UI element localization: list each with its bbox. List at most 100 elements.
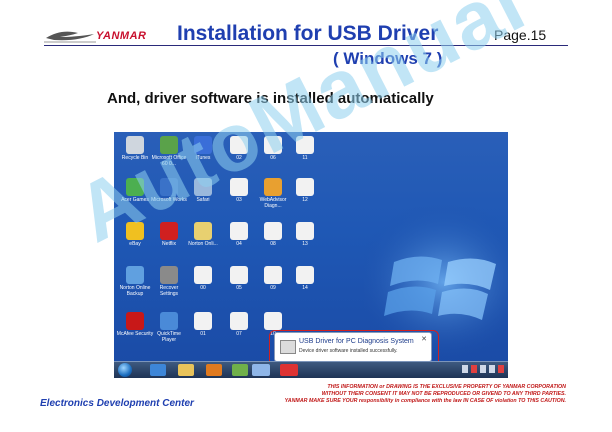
copyright-disclaimer: THIS INFORMATION or DRAWING IS THE EXCLU… bbox=[236, 384, 566, 406]
desktop-icon-label: Norton Onli... bbox=[188, 241, 218, 247]
tray-icon[interactable] bbox=[480, 365, 486, 373]
start-button[interactable] bbox=[118, 363, 132, 377]
desktop-icon-glyph bbox=[296, 266, 314, 284]
desktop-icon-glyph bbox=[160, 312, 178, 330]
footer-department: Electronics Development Center bbox=[40, 398, 194, 409]
desktop-icon[interactable]: 01 bbox=[184, 312, 222, 352]
desktop-icon-glyph bbox=[194, 178, 212, 196]
desktop-icon-glyph bbox=[230, 178, 248, 196]
desktop-icon[interactable]: Microsoft Works bbox=[150, 178, 188, 218]
desktop-icon[interactable]: McAfee Security bbox=[116, 312, 154, 352]
notification-detail: Device driver software installed success… bbox=[299, 348, 398, 354]
desktop-icon-label: 01 bbox=[200, 331, 206, 337]
desktop-icon[interactable]: 11 bbox=[286, 136, 324, 176]
desktop-icon-label: McAfee Security bbox=[116, 331, 154, 337]
driver-installed-notification[interactable]: USB Driver for PC Diagnosis System Devic… bbox=[274, 332, 432, 362]
desktop-icon[interactable]: 03 bbox=[220, 178, 258, 218]
desktop-icon-label: 03 bbox=[236, 197, 242, 203]
desktop-icon-label: 07 bbox=[236, 331, 242, 337]
desktop-icon[interactable]: Netflix bbox=[150, 222, 188, 262]
lead-text: And, driver software is installed automa… bbox=[107, 90, 434, 107]
desktop-icon-label: 13 bbox=[302, 241, 308, 247]
desktop-icon[interactable]: 07 bbox=[220, 312, 258, 352]
desktop-icon-glyph bbox=[194, 312, 212, 330]
desktop-icon[interactable]: Recycle Bin bbox=[116, 136, 154, 176]
desktop-icon[interactable]: Microsoft Office 60 0... bbox=[150, 136, 188, 176]
desktop-icon[interactable]: 05 bbox=[220, 266, 258, 306]
desktop-icon-glyph bbox=[160, 266, 178, 284]
desktop-icon-glyph bbox=[264, 222, 282, 240]
desktop-icon-glyph bbox=[264, 312, 282, 330]
desktop-icon-glyph bbox=[230, 136, 248, 154]
desktop-icon-glyph bbox=[230, 222, 248, 240]
desktop-icon-label: Acer Games bbox=[121, 197, 149, 203]
desktop-icon-label: 11 bbox=[302, 155, 308, 161]
desktop-icon-glyph bbox=[296, 178, 314, 196]
desktop-icon-label: Microsoft Office 60 0... bbox=[151, 155, 187, 167]
desktop-icon-label: Recycle Bin bbox=[121, 155, 149, 161]
desktop-icon-glyph bbox=[160, 136, 178, 154]
media-center-icon[interactable] bbox=[232, 364, 248, 376]
folder-icon[interactable] bbox=[178, 364, 194, 376]
desktop-icon-label: 00 bbox=[200, 285, 206, 291]
desktop-icon-glyph bbox=[126, 136, 144, 154]
desktop-icon-glyph bbox=[264, 178, 282, 196]
desktop-icon-glyph bbox=[160, 178, 178, 196]
windows7-desktop-screenshot: Recycle Bin Microsoft Office 60 0... iTune… bbox=[114, 132, 508, 378]
desktop-icon-glyph bbox=[230, 312, 248, 330]
desktop-icon[interactable]: Norton Online Backup bbox=[116, 266, 154, 306]
desktop-icon-label: 05 bbox=[236, 285, 242, 291]
tray-icon[interactable] bbox=[489, 365, 495, 373]
desktop-icon[interactable]: Norton Onli... bbox=[184, 222, 222, 262]
desktop-icon-label: 04 bbox=[236, 241, 242, 247]
desktop-icon-label: QuickTime Player bbox=[157, 331, 181, 343]
desktop-icon-glyph bbox=[296, 136, 314, 154]
tray-icon[interactable] bbox=[498, 365, 504, 373]
desktop-icon-glyph bbox=[126, 222, 144, 240]
desktop-icon-label: 12 bbox=[302, 197, 308, 203]
desktop-icon-label: Recover Settings bbox=[159, 285, 179, 297]
disclaimer-line: YANMAR MAKE SURE YOUR responsibility in … bbox=[284, 398, 566, 405]
desktop-icon[interactable]: Acer Games bbox=[116, 178, 154, 218]
desktop-icon[interactable]: 04 bbox=[220, 222, 258, 262]
tray-icon[interactable] bbox=[471, 365, 477, 373]
desktop-icon[interactable]: 02 bbox=[220, 136, 258, 176]
page-number: Page.15 bbox=[494, 27, 547, 43]
desktop-icon[interactable]: 14 bbox=[286, 266, 324, 306]
device-icon bbox=[280, 340, 296, 354]
active-window-icon[interactable] bbox=[252, 364, 270, 376]
desktop-icon[interactable]: eBay bbox=[116, 222, 154, 262]
desktop-icon[interactable]: Recover Settings bbox=[150, 266, 188, 306]
desktop-icon-label: Safari bbox=[196, 197, 210, 203]
app-icon[interactable] bbox=[280, 364, 298, 376]
desktop-icon[interactable]: 12 bbox=[286, 178, 324, 218]
tray-icon[interactable] bbox=[462, 365, 468, 373]
swallow-emblem-icon bbox=[44, 31, 96, 43]
desktop-icon-label: Microsoft Works bbox=[151, 197, 187, 203]
page-subtitle: ( Windows 7 ) bbox=[333, 49, 443, 68]
close-icon[interactable]: ✕ bbox=[421, 335, 427, 343]
desktop-icon-glyph bbox=[126, 178, 144, 196]
desktop-icon[interactable]: Safari bbox=[184, 178, 222, 218]
desktop-icon-glyph bbox=[264, 136, 282, 154]
disclaimer-line: THIS INFORMATION or DRAWING IS THE EXCLU… bbox=[327, 384, 566, 390]
desktop-icon-label: 14 bbox=[302, 285, 308, 291]
system-tray bbox=[462, 365, 504, 375]
desktop-icon[interactable]: 00 bbox=[184, 266, 222, 306]
desktop-icon-glyph bbox=[126, 266, 144, 284]
media-player-icon[interactable] bbox=[206, 364, 222, 376]
internet-explorer-icon[interactable] bbox=[150, 364, 166, 376]
desktop-icon[interactable]: iTunes bbox=[184, 136, 222, 176]
desktop-icon[interactable]: 13 bbox=[286, 222, 324, 262]
desktop-icon-label: eBay bbox=[129, 241, 141, 247]
taskbar bbox=[114, 361, 508, 378]
desktop-icon-glyph bbox=[126, 312, 144, 330]
logo-text: YANMAR bbox=[96, 30, 147, 42]
desktop-icon-label: Norton Online Backup bbox=[119, 285, 151, 297]
desktop-icon[interactable]: QuickTime Player bbox=[150, 312, 188, 352]
desktop-icon-glyph bbox=[194, 136, 212, 154]
disclaimer-line: WITHOUT THEIR CONSENT IT MAY NOT BE REPR… bbox=[321, 391, 566, 398]
desktop-icon-glyph bbox=[264, 266, 282, 284]
desktop-icon-glyph bbox=[230, 266, 248, 284]
desktop-icon-glyph bbox=[194, 266, 212, 284]
